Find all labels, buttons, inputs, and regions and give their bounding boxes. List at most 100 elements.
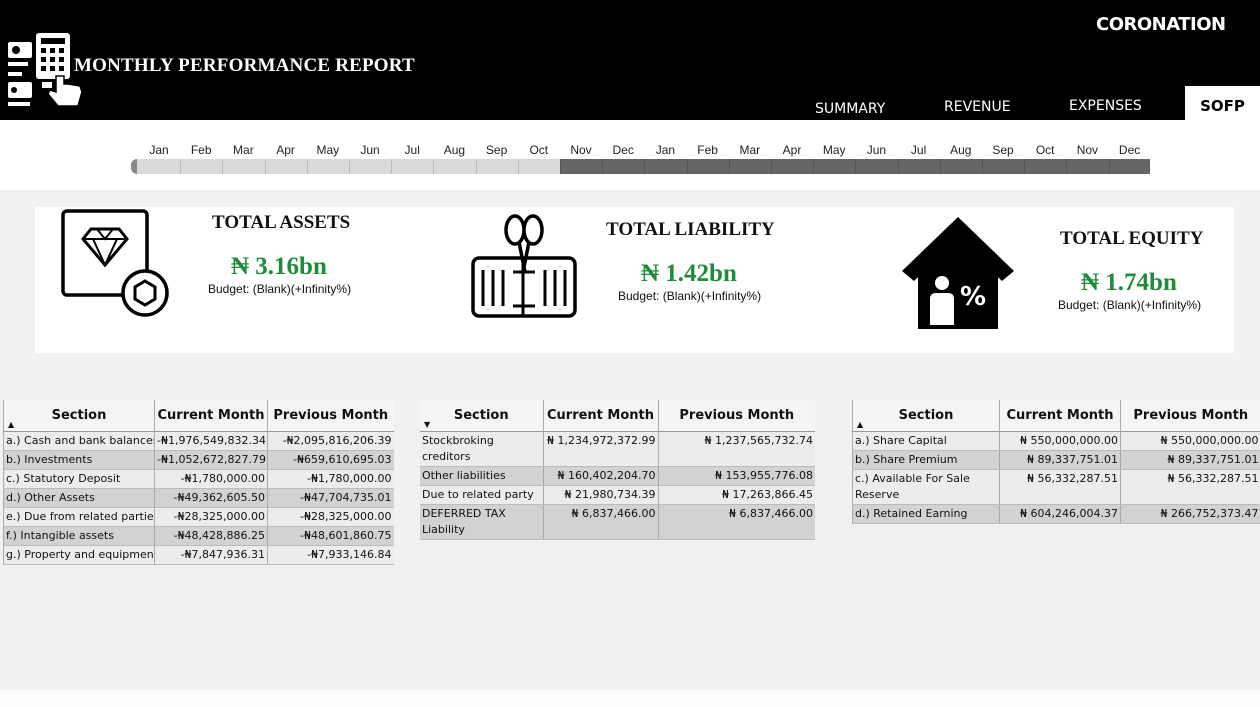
timeline-month-label[interactable]: Feb [180,143,222,157]
column-header-current-month[interactable]: Current Month [999,400,1121,431]
timeline-month-label[interactable]: Dec [602,143,644,157]
cell-previous: -₦659,610,695.03 [267,450,394,470]
table-row[interactable]: c.) Statutory Deposit -₦1,780,000.00 -₦1,7… [3,469,394,489]
table-row[interactable]: f.) Intangible assets -₦48,428,886.25 -₦48… [3,526,394,546]
assets-table[interactable]: Section ▲ Current Month Previous Month a.… [3,400,394,565]
liabilities-table[interactable]: Section ▼ Current Month Previous Month St… [420,400,815,540]
cell-section: DEFERRED TAX Liability [420,504,544,540]
timeline-slicer[interactable]: Jan Feb Mar Apr May Jun Jul Aug Sep Oct Nov Dec Jan F… [0,120,1260,190]
timeline-month-label[interactable]: Aug [433,143,475,157]
timeline-month-label[interactable]: Nov [1066,143,1108,157]
cell-section: g.) Property and equipment [3,545,155,565]
timeline-month-label[interactable]: Jan [138,143,180,157]
timeline-month-label[interactable]: Dec [1109,143,1151,157]
table-row[interactable]: d.) Retained Earning ₦ 604,246,004.37 ₦ 26… [852,504,1260,524]
sort-ascending-icon[interactable]: ▲ [857,420,863,429]
timeline-month-label[interactable]: May [813,143,855,157]
column-header-section[interactable]: Section ▲ [3,400,155,431]
timeline-month-label[interactable]: Jul [898,143,940,157]
cell-section: d.) Retained Earning [852,504,1000,524]
tab-expenses[interactable]: EXPENSES [1069,98,1142,114]
cell-section: f.) Intangible assets [3,526,155,546]
timeline-month-label[interactable]: Apr [771,143,813,157]
svg-text:%: % [960,282,986,312]
cell-previous: ₦ 6,837,466.00 [658,504,815,540]
calculator-report-icon [8,33,83,107]
column-header-previous-month[interactable]: Previous Month [1120,400,1260,431]
cell-current: -₦1,976,549,832.34 [154,431,268,451]
table-row[interactable]: DEFERRED TAX Liability ₦ 6,837,466.00 ₦ 6,… [420,504,815,540]
equity-table[interactable]: Section ▲ Current Month Previous Month a.… [852,400,1260,524]
timeline-tick [517,159,519,174]
cell-current: ₦ 604,246,004.37 [999,504,1121,524]
cell-current: -₦48,428,886.25 [154,526,268,546]
tab-revenue[interactable]: REVENUE [944,99,1011,115]
column-header-section[interactable]: Section ▲ [852,400,1000,431]
timeline-track[interactable] [131,159,1150,174]
table-row[interactable]: b.) Share Premium ₦ 89,337,751.01 ₦ 89,337… [852,450,1260,470]
column-header-current-month[interactable]: Current Month [154,400,268,431]
timeline-month-label[interactable]: Jan [644,143,686,157]
timeline-month-label[interactable]: Aug [940,143,982,157]
diamond-icon [61,209,169,317]
timeline-month-label[interactable]: Mar [729,143,771,157]
cell-previous: -₦2,095,816,206.39 [267,431,394,451]
timeline-month-label[interactable]: Sep [476,143,518,157]
timeline-month-label[interactable]: Feb [687,143,729,157]
cell-current: ₦ 6,837,466.00 [543,504,659,540]
timeline-month-label[interactable]: May [307,143,349,157]
sort-ascending-icon[interactable]: ▲ [8,420,14,429]
tab-summary[interactable]: SUMMARY [815,101,885,117]
cell-previous: -₦28,325,000.00 [267,507,394,527]
cell-current: ₦ 550,000,000.00 [999,431,1121,451]
cell-previous: -₦47,704,735.01 [267,488,394,508]
table-row[interactable]: b.) Investments -₦1,052,672,827.79 -₦659,6… [3,450,394,470]
timeline-tick [433,159,435,174]
table-row[interactable]: c.) Available For Sale Reserve ₦ 56,332,2… [852,469,1260,505]
timeline-month-label[interactable]: Apr [265,143,307,157]
timeline-month-label[interactable]: Jun [855,143,897,157]
timeline-month-label[interactable]: Jun [349,143,391,157]
cell-previous: ₦ 1,237,565,732.74 [658,431,815,467]
timeline-tick [222,159,224,174]
timeline-start-handle[interactable] [131,159,137,174]
table-row[interactable]: Stockbroking creditors ₦ 1,234,972,372.99… [420,431,815,467]
table-row[interactable]: e.) Due from related parties -₦28,325,000… [3,507,394,527]
sort-descending-icon[interactable]: ▼ [424,420,430,429]
column-header-previous-month[interactable]: Previous Month [267,400,394,431]
cell-previous: ₦ 266,752,373.47 [1120,504,1260,524]
cell-current: ₦ 1,234,972,372.99 [543,431,659,467]
table-row[interactable]: g.) Property and equipment -₦7,847,936.31… [3,545,394,565]
table-row[interactable]: Other liabilities ₦ 160,402,204.70 ₦ 153,9… [420,466,815,486]
timeline-month-label[interactable]: Sep [982,143,1024,157]
cell-section: c.) Available For Sale Reserve [852,469,1000,505]
house-percent-icon: % [902,217,1014,329]
table-row[interactable]: d.) Other Assets -₦49,362,605.50 -₦47,704,… [3,488,394,508]
cell-section: c.) Statutory Deposit [3,469,155,489]
total-liability-budget: Budget: (Blank)(+Infinity%) [618,289,762,303]
timeline-month-label[interactable]: Nov [560,143,602,157]
cell-section: Stockbroking creditors [420,431,544,467]
bottom-strip [0,690,1260,707]
cell-previous: -₦1,780,000.00 [267,469,394,489]
tab-sofp[interactable]: SOFP [1185,86,1260,120]
timeline-tick [897,159,899,174]
column-header-current-month[interactable]: Current Month [543,400,659,431]
timeline-month-label[interactable]: Mar [222,143,264,157]
column-header-section[interactable]: Section ▼ [420,400,544,431]
cell-current: -₦7,847,936.31 [154,545,268,565]
timeline-month-label[interactable]: Oct [518,143,560,157]
table-row[interactable]: a.) Share Capital ₦ 550,000,000.00 ₦ 550,0… [852,431,1260,451]
table-row[interactable]: Due to related party ₦ 21,980,734.39 ₦ 17,… [420,485,815,505]
cell-previous: ₦ 550,000,000.00 [1120,431,1260,451]
timeline-month-label[interactable]: Jul [391,143,433,157]
timeline-month-label[interactable]: Oct [1024,143,1066,157]
timeline-tick [982,159,983,174]
column-header-previous-month[interactable]: Previous Month [658,400,815,431]
timeline-selected-range[interactable] [131,159,560,174]
cell-section: b.) Share Premium [852,450,1000,470]
table-row[interactable]: a.) Cash and bank balances -₦1,976,549,83… [3,431,394,451]
timeline-tick [306,159,308,174]
cell-section: a.) Cash and bank balances [3,431,155,451]
total-liability-value: ₦ 1.42bn [641,260,737,287]
